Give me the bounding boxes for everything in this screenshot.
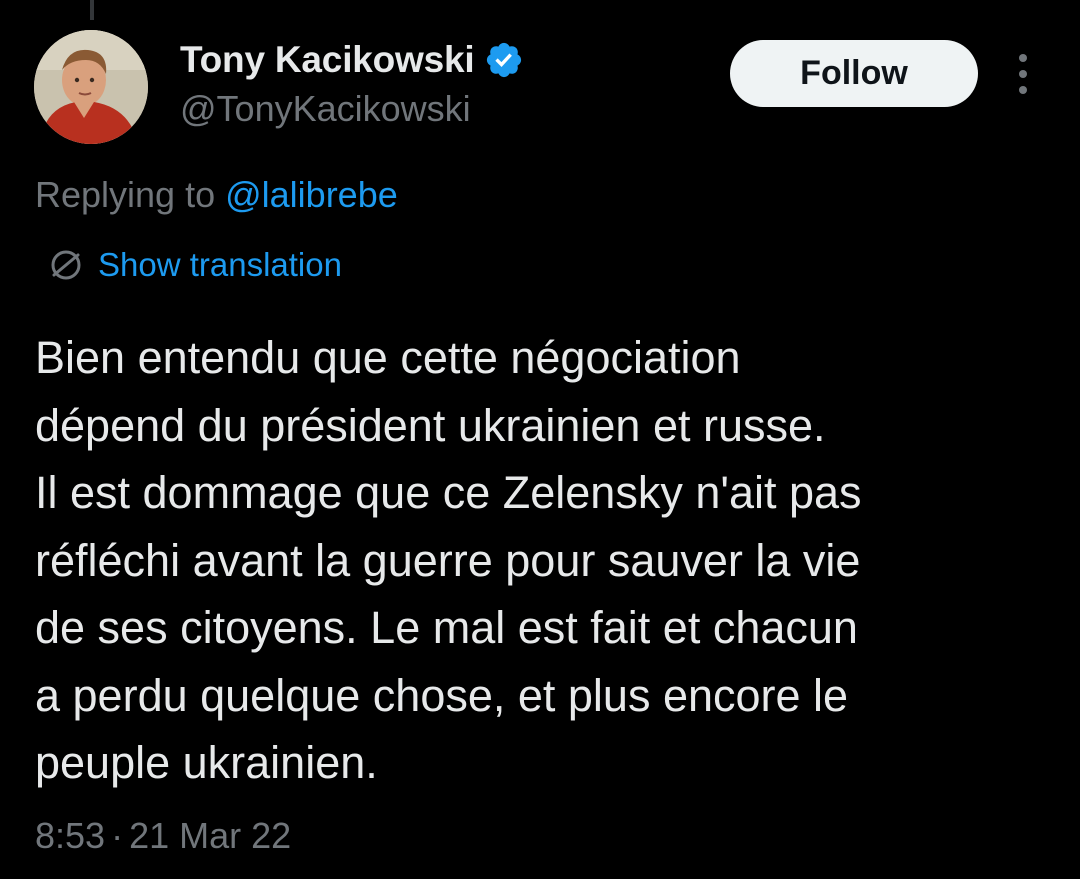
tweet-line: réfléchi avant la guerre pour sauver la … xyxy=(35,534,861,586)
tweet-line: Bien entendu que cette négociation xyxy=(35,332,741,383)
thread-connector-line xyxy=(90,0,94,20)
show-translation-link[interactable]: Show translation xyxy=(46,245,342,285)
meta-separator: · xyxy=(111,815,124,856)
show-translation-label[interactable]: Show translation xyxy=(98,246,342,284)
replying-to: Replying to @lalibrebe xyxy=(35,174,398,216)
more-dot xyxy=(1019,54,1027,62)
tweet-line: peuple ukrainien. xyxy=(35,737,378,788)
author-name-row[interactable]: Tony Kacikowski xyxy=(180,38,524,82)
tweet-line: de ses citoyens. Le mal est fait et chac… xyxy=(35,602,858,653)
avatar[interactable] xyxy=(34,30,148,144)
tweet-line: a perdu quelque chose, et plus encore le xyxy=(35,669,849,721)
more-dot xyxy=(1019,86,1027,94)
replying-prefix: Replying to xyxy=(35,174,226,215)
follow-button[interactable]: Follow xyxy=(730,40,978,107)
tweet-date[interactable]: 21 Mar 22 xyxy=(129,815,291,856)
reply-target-link[interactable]: @lalibrebe xyxy=(225,174,398,215)
tweet-text: Bien entendu que cette négociation dépen… xyxy=(35,324,1055,797)
avatar-photo xyxy=(34,30,148,144)
tweet-line: Il est dommage que ce Zelensky n'ait pas xyxy=(35,467,862,518)
more-options-icon[interactable] xyxy=(1008,54,1038,94)
author-display-name[interactable]: Tony Kacikowski xyxy=(180,39,475,81)
tweet-time[interactable]: 8:53 xyxy=(35,815,105,856)
tweet-timestamp[interactable]: 8:53 · 21 Mar 22 xyxy=(35,815,291,857)
tweet-line: dépend du président ukrainien et russe. xyxy=(35,399,826,451)
globe-icon xyxy=(51,250,81,280)
author-handle[interactable]: @TonyKacikowski xyxy=(180,88,471,130)
verified-badge-icon xyxy=(487,42,522,78)
more-dot xyxy=(1019,70,1027,78)
